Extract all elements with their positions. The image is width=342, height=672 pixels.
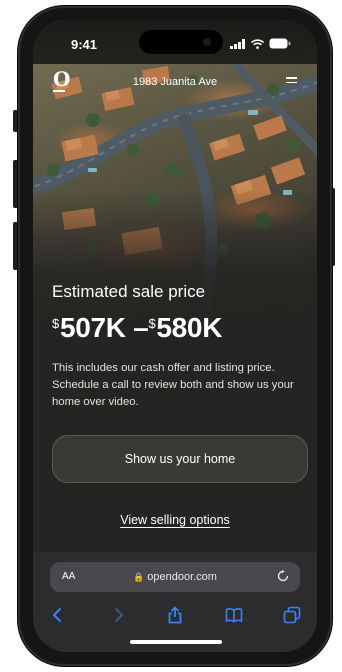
signal-icon xyxy=(230,39,245,49)
estimate-label: Estimated sale price xyxy=(52,282,206,301)
status-time: 9:41 xyxy=(71,37,98,52)
url-display[interactable]: 🔒 opendoor.com xyxy=(50,571,300,583)
view-selling-options-link[interactable]: View selling options xyxy=(33,513,317,527)
phone-screen: 9:41 O 1983 Juanita Ave Estimated sale p… xyxy=(33,20,317,652)
battery-icon xyxy=(269,38,291,49)
property-address: 1983 Juanita Ave xyxy=(132,76,218,88)
dynamic-island xyxy=(139,30,223,54)
estimated-price-range: $507K –$580K xyxy=(52,312,223,343)
forward-icon[interactable] xyxy=(109,606,127,624)
menu-icon[interactable] xyxy=(286,77,297,85)
lock-icon: 🔒 xyxy=(133,572,145,582)
address-bar[interactable]: AA 🔒 opendoor.com xyxy=(50,562,300,592)
tabs-icon[interactable] xyxy=(283,606,301,624)
safari-browser-chrome: AA 🔒 opendoor.com xyxy=(33,552,317,652)
reload-icon[interactable] xyxy=(276,569,290,583)
show-us-your-home-button[interactable]: Show us your home xyxy=(52,435,308,483)
wifi-icon xyxy=(251,39,264,49)
estimate-description: This includes our cash offer and listing… xyxy=(52,362,294,408)
browser-toolbar xyxy=(33,602,317,628)
price-separator: – xyxy=(133,312,149,343)
app-header: O 1983 Juanita Ave xyxy=(33,69,317,96)
url-text: opendoor.com xyxy=(147,571,217,583)
back-icon[interactable] xyxy=(49,606,67,624)
status-bar: 9:41 xyxy=(33,20,317,64)
price-low: 507K xyxy=(59,312,126,343)
bookmarks-icon[interactable] xyxy=(225,606,243,624)
neighborhood-aerial-image xyxy=(33,20,317,330)
price-high: 580K xyxy=(156,312,223,343)
share-icon[interactable] xyxy=(166,606,184,624)
home-indicator xyxy=(130,640,222,644)
